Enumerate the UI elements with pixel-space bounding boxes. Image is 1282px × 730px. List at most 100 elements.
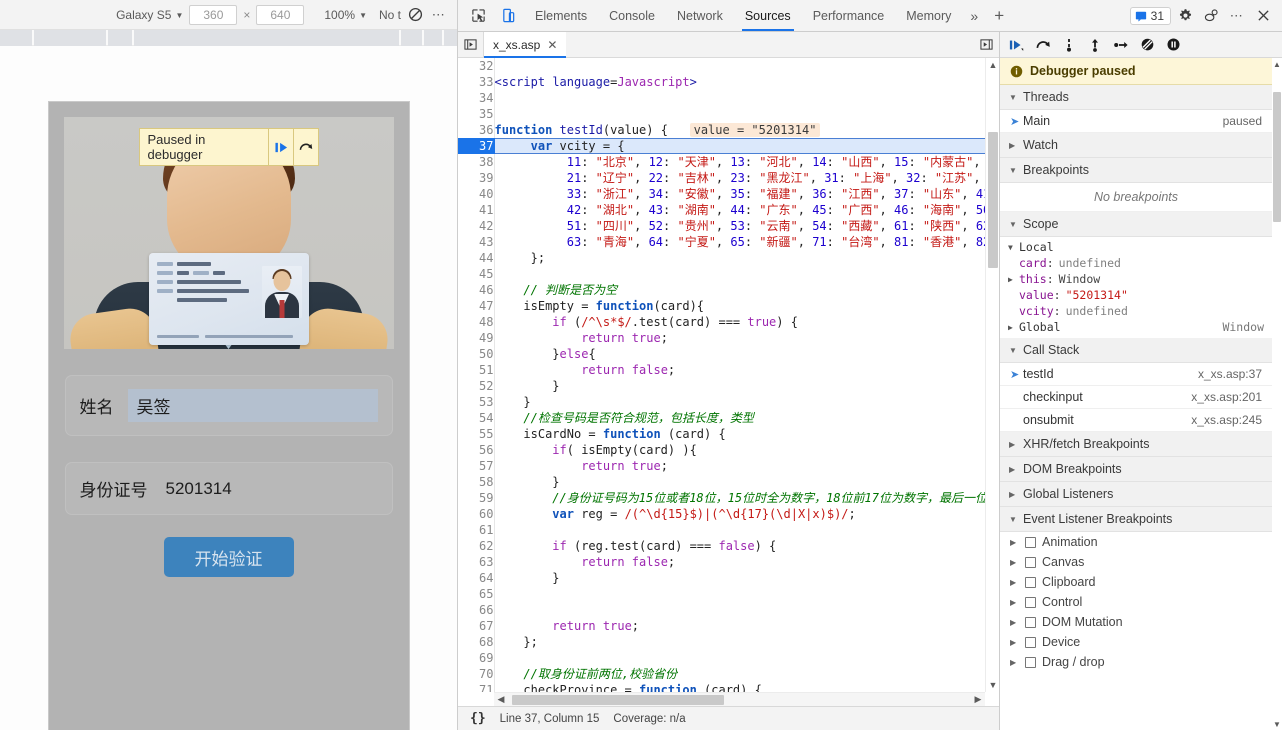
scope-entry-vcity[interactable]: vcity: undefined <box>1000 303 1272 319</box>
line-source[interactable]: checkProvince = function (card) { <box>494 682 985 692</box>
tab-performance[interactable]: Performance <box>802 0 896 31</box>
scrollbar-thumb[interactable] <box>988 132 998 268</box>
line-source[interactable]: } <box>494 378 985 394</box>
code-line[interactable]: 45 <box>458 266 985 282</box>
file-tab-x-xs-asp[interactable]: x_xs.asp ✕ <box>484 32 567 58</box>
line-source[interactable] <box>494 266 985 282</box>
line-number[interactable]: 44 <box>458 250 495 266</box>
line-source[interactable]: } <box>494 474 985 490</box>
gear-icon[interactable] <box>1173 4 1197 28</box>
code-line[interactable]: 62 if (reg.test(card) === false) { <box>458 538 985 554</box>
line-source[interactable]: 51: "四川", 52: "贵州", 53: "云南", 54: "西藏", … <box>494 218 985 234</box>
code-line[interactable]: 38 11: "北京", 12: "天津", 13: "河北", 14: "山西… <box>458 154 985 170</box>
line-number[interactable]: 68 <box>458 634 495 650</box>
scroll-right-icon[interactable]: ▶ <box>971 694 985 705</box>
viewport-width-input[interactable] <box>189 4 238 25</box>
section-watch[interactable]: ▶ Watch <box>1000 133 1272 158</box>
checkbox[interactable] <box>1025 596 1036 608</box>
code-line[interactable]: 63 return false; <box>458 554 985 570</box>
chevron-right-icon[interactable]: ▶ <box>1010 618 1019 627</box>
step-icon[interactable] <box>1110 34 1132 56</box>
line-number[interactable]: 60 <box>458 506 495 522</box>
plus-icon[interactable]: + <box>986 0 1012 31</box>
line-number[interactable]: 56 <box>458 442 495 458</box>
step-over-icon[interactable] <box>1032 34 1054 56</box>
close-icon[interactable]: ✕ <box>547 38 557 52</box>
device-selector[interactable]: Galaxy S5 ▼ <box>110 6 189 24</box>
line-number[interactable]: 52 <box>458 378 495 394</box>
line-number[interactable]: 69 <box>458 650 495 666</box>
elb-item-dom-mutation[interactable]: ▶ DOM Mutation <box>1000 612 1272 632</box>
line-number[interactable]: 51 <box>458 362 495 378</box>
line-source[interactable] <box>494 586 985 602</box>
scroll-left-icon[interactable]: ◀ <box>494 694 508 705</box>
line-number[interactable]: 67 <box>458 618 495 634</box>
line-number[interactable]: 36 <box>458 122 495 138</box>
code-line[interactable]: 47 isEmpty = function(card){ <box>458 298 985 314</box>
step-out-icon[interactable] <box>1084 34 1106 56</box>
code-line[interactable]: 57 return true; <box>458 458 985 474</box>
scroll-down-icon[interactable]: ▼ <box>986 678 999 692</box>
line-source[interactable]: //身份证号码为15位或者18位，15位时全为数字，18位前17位为数字，最后一… <box>494 490 985 506</box>
line-source[interactable]: <script language=Javascript> <box>494 74 985 90</box>
elb-item-device[interactable]: ▶ Device <box>1000 632 1272 652</box>
debugger-vertical-scrollbar[interactable]: ▲ ▼ <box>1272 58 1282 730</box>
line-source[interactable]: }else{ <box>494 346 985 362</box>
name-input[interactable] <box>127 389 378 422</box>
line-source[interactable]: 42: "湖北", 43: "湖南", 44: "广东", 45: "广西", … <box>494 202 985 218</box>
scrollbar-thumb[interactable] <box>512 694 724 705</box>
line-source[interactable] <box>494 106 985 122</box>
zoom-selector[interactable]: 100% ▼ <box>318 6 373 24</box>
line-source[interactable]: isEmpty = function(card){ <box>494 298 985 314</box>
section-dom-breakpoints[interactable]: ▶ DOM Breakpoints <box>1000 457 1272 482</box>
checkbox[interactable] <box>1025 656 1036 668</box>
rotate-icon[interactable] <box>403 3 427 27</box>
elb-item-animation[interactable]: ▶ Animation <box>1000 532 1272 552</box>
code-line[interactable]: 54 //检查号码是否符合规范，包括长度，类型 <box>458 410 985 426</box>
tab-memory[interactable]: Memory <box>895 0 962 31</box>
show-debugger-icon[interactable] <box>973 32 999 57</box>
line-source[interactable]: 11: "北京", 12: "天津", 13: "河北", 14: "山西", … <box>494 154 985 170</box>
code-line[interactable]: 39 21: "辽宁", 22: "吉林", 23: "黑龙江", 31: "上… <box>458 170 985 186</box>
code-line[interactable]: 34 <box>458 90 985 106</box>
line-number[interactable]: 37 <box>458 138 495 154</box>
elb-item-control[interactable]: ▶ Control <box>1000 592 1272 612</box>
line-source[interactable]: } <box>494 394 985 410</box>
code-line[interactable]: 64 } <box>458 570 985 586</box>
code-line[interactable]: 35 <box>458 106 985 122</box>
line-source[interactable]: isCardNo = function (card) { <box>494 426 985 442</box>
scroll-up-icon[interactable]: ▲ <box>1272 58 1282 70</box>
line-source[interactable] <box>494 90 985 106</box>
tab-network[interactable]: Network <box>666 0 734 31</box>
code-line[interactable]: 55 isCardNo = function (card) { <box>458 426 985 442</box>
line-source[interactable]: return true; <box>494 330 985 346</box>
chevron-right-icon[interactable]: ▶ <box>1010 658 1019 667</box>
resume-script-icon[interactable] <box>268 128 294 166</box>
line-number[interactable]: 59 <box>458 490 495 506</box>
tab-elements[interactable]: Elements <box>524 0 598 31</box>
code-line[interactable]: 65 <box>458 586 985 602</box>
line-source[interactable]: function testId(value) { value = "520131… <box>494 122 985 138</box>
tab-sources[interactable]: Sources <box>734 0 802 31</box>
code-line[interactable]: 33 <script language=Javascript> <box>458 74 985 90</box>
id-number-value[interactable]: 5201314 <box>166 479 232 499</box>
scope-global-header[interactable]: ▶ Global Window <box>1000 319 1272 335</box>
editor-vertical-scrollbar[interactable]: ▲ ▼ <box>985 58 999 692</box>
call-stack-frame-checkinput[interactable]: checkinput x_xs.asp:201 <box>1000 386 1272 409</box>
line-number[interactable]: 40 <box>458 186 495 202</box>
line-number[interactable]: 50 <box>458 346 495 362</box>
close-icon[interactable] <box>1251 4 1275 28</box>
line-number[interactable]: 35 <box>458 106 495 122</box>
scope-local-header[interactable]: ▼ Local <box>1000 239 1272 255</box>
line-number[interactable]: 42 <box>458 218 495 234</box>
hscroll-track[interactable] <box>508 693 971 707</box>
line-number[interactable]: 62 <box>458 538 495 554</box>
line-number[interactable]: 55 <box>458 426 495 442</box>
chevron-right-icon[interactable]: ▶ <box>1010 578 1019 587</box>
step-into-icon[interactable] <box>1058 34 1080 56</box>
scroll-down-icon[interactable]: ▼ <box>1272 718 1282 730</box>
line-source[interactable]: // 判断是否为空 <box>494 282 985 298</box>
line-number[interactable]: 47 <box>458 298 495 314</box>
code-line[interactable]: 68 }; <box>458 634 985 650</box>
code-line[interactable]: 56 if( isEmpty(card) ){ <box>458 442 985 458</box>
